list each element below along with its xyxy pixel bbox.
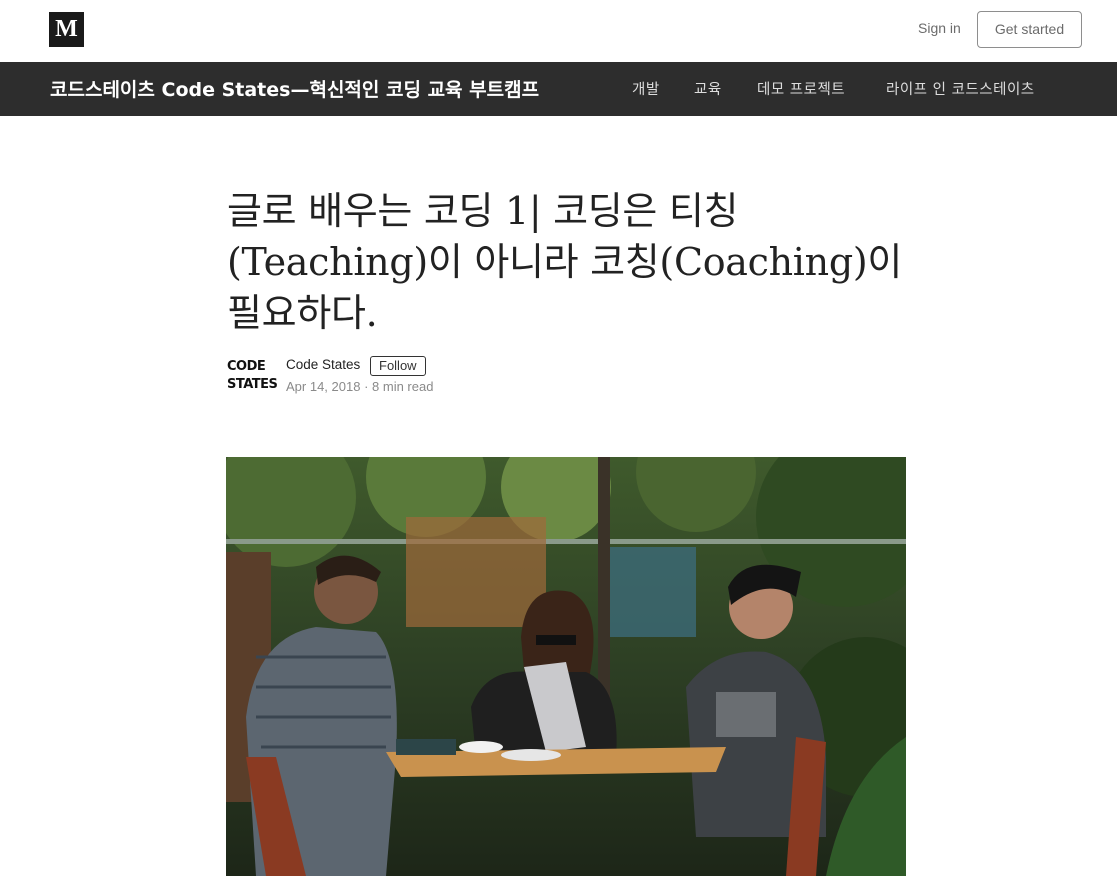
author-name-link[interactable]: Code States bbox=[286, 357, 360, 372]
author-logo-line2: STATES bbox=[227, 377, 278, 392]
nav-item-life-in-codestates[interactable]: 라이프 인 코드스테이츠 bbox=[886, 78, 1035, 99]
author-avatar[interactable]: CODE STATES bbox=[227, 358, 278, 394]
hero-image[interactable] bbox=[226, 457, 906, 876]
author-logo-line1: CODE bbox=[227, 359, 266, 374]
hero-photo-illustration bbox=[226, 457, 906, 876]
article-title: 글로 배우는 코딩 1| 코딩은 티칭(Teaching)이 아니라 코칭(Co… bbox=[227, 189, 903, 335]
follow-button[interactable]: Follow bbox=[370, 356, 426, 376]
medium-logo[interactable]: M bbox=[49, 12, 84, 47]
get-started-button[interactable]: Get started bbox=[977, 11, 1082, 48]
article-meta: Apr 14, 2018 · 8 min read bbox=[286, 379, 433, 394]
meta-separator: · bbox=[364, 379, 373, 394]
publication-bar: 코드스테이츠 Code States—혁신적인 코딩 교육 부트캠프 개발 교육… bbox=[0, 62, 1117, 116]
publish-date: Apr 14, 2018 bbox=[286, 379, 361, 394]
nav-item-demo-project[interactable]: 데모 프로젝트 bbox=[757, 78, 845, 99]
top-bar: M Sign in Get started bbox=[0, 0, 1117, 62]
nav-item-development[interactable]: 개발 bbox=[632, 78, 660, 99]
sign-in-link[interactable]: Sign in bbox=[918, 20, 961, 36]
nav-item-education[interactable]: 교육 bbox=[694, 78, 722, 99]
read-time: 8 min read bbox=[372, 379, 434, 394]
publication-title[interactable]: 코드스테이츠 Code States—혁신적인 코딩 교육 부트캠프 bbox=[50, 75, 539, 102]
